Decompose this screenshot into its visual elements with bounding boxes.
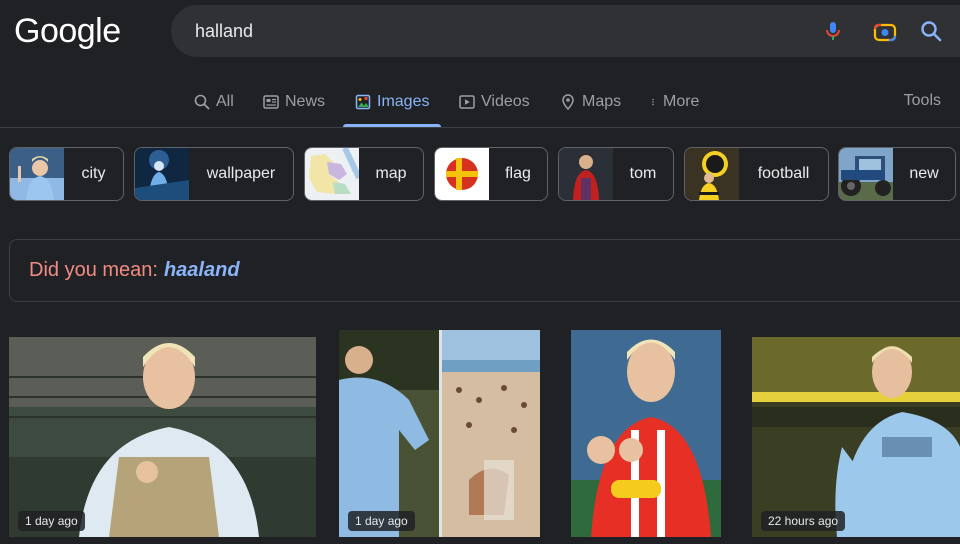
chip-label: map bbox=[375, 165, 407, 182]
chip-thumbnail bbox=[685, 148, 739, 200]
chip-thumbnail bbox=[10, 148, 64, 200]
search-icon bbox=[194, 94, 210, 110]
tools-button[interactable]: Tools bbox=[904, 92, 941, 110]
chip-label: tom bbox=[629, 165, 657, 182]
did-you-mean-label: Did you mean: bbox=[29, 259, 158, 281]
chip-thumbnail bbox=[839, 148, 893, 200]
google-logo[interactable]: Google bbox=[14, 12, 121, 51]
chip-map[interactable]: map bbox=[304, 147, 424, 201]
image-result[interactable]: 1 day ago bbox=[9, 337, 316, 537]
result-image bbox=[571, 330, 721, 537]
result-image bbox=[339, 330, 540, 537]
images-icon bbox=[355, 94, 371, 110]
result-image bbox=[9, 337, 316, 537]
chip-football[interactable]: football bbox=[684, 147, 829, 201]
more-vert-icon bbox=[652, 98, 654, 106]
chip-thumbnail bbox=[305, 148, 359, 200]
chip-thumbnail bbox=[559, 148, 613, 200]
chip-new[interactable]: new bbox=[838, 147, 956, 201]
chip-tom[interactable]: tom bbox=[558, 147, 674, 201]
news-icon bbox=[263, 95, 279, 109]
chip-thumbnail bbox=[135, 148, 189, 200]
chip-wallpaper[interactable]: wallpaper bbox=[134, 147, 294, 201]
chip-label: new bbox=[909, 165, 939, 182]
image-result[interactable]: 22 hours ago bbox=[752, 337, 960, 537]
microphone-icon[interactable] bbox=[821, 19, 845, 43]
chip-label: flag bbox=[505, 165, 531, 182]
chip-flag[interactable]: flag bbox=[434, 147, 548, 201]
search-box[interactable]: halland bbox=[171, 5, 960, 57]
chip-label: city bbox=[81, 165, 106, 182]
tab-images[interactable]: Images bbox=[342, 78, 443, 127]
search-query[interactable]: halland bbox=[195, 21, 253, 42]
video-icon bbox=[459, 95, 475, 109]
tab-more[interactable]: More bbox=[649, 78, 699, 126]
result-image bbox=[752, 337, 960, 537]
chip-label: football bbox=[757, 165, 810, 182]
tab-label: News bbox=[285, 93, 326, 110]
image-result[interactable] bbox=[571, 330, 721, 537]
tab-all[interactable]: All bbox=[194, 78, 234, 126]
tab-label: Images bbox=[377, 93, 430, 110]
chip-city[interactable]: city bbox=[9, 147, 124, 201]
search-tabs: All News Images Videos Maps More Tools bbox=[0, 78, 960, 128]
tab-label: Videos bbox=[481, 93, 530, 110]
tab-label: More bbox=[663, 93, 700, 110]
image-result[interactable]: 1 day ago bbox=[339, 330, 540, 537]
tab-label: All bbox=[216, 93, 234, 110]
spelling-suggestion-link[interactable]: haaland bbox=[164, 259, 240, 282]
tab-maps[interactable]: Maps bbox=[560, 78, 621, 126]
result-age: 1 day ago bbox=[18, 511, 85, 531]
result-age: 1 day ago bbox=[348, 511, 415, 531]
did-you-mean-banner: Did you mean: haaland bbox=[9, 239, 960, 302]
result-age: 22 hours ago bbox=[761, 511, 846, 531]
map-pin-icon bbox=[562, 94, 574, 110]
chip-label: wallpaper bbox=[206, 165, 276, 182]
tab-videos[interactable]: Videos bbox=[459, 78, 530, 126]
search-icon[interactable] bbox=[919, 19, 943, 43]
tab-news[interactable]: News bbox=[263, 78, 325, 126]
tab-label: Maps bbox=[582, 93, 622, 110]
chip-thumbnail bbox=[435, 148, 489, 200]
camera-icon[interactable] bbox=[873, 19, 897, 43]
